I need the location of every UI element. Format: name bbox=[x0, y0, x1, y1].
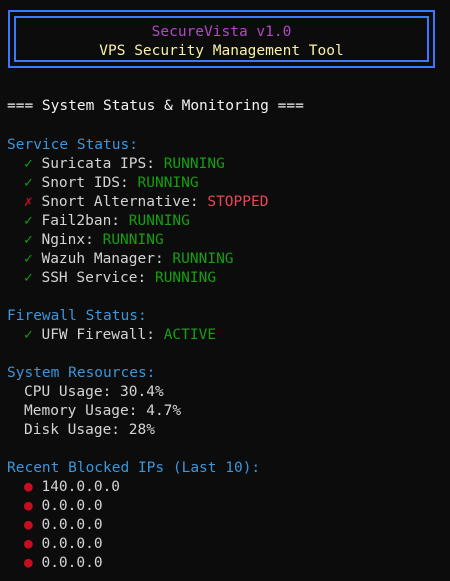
service-row: ✓ Wazuh Manager: RUNNING bbox=[7, 250, 234, 269]
service-status: STOPPED bbox=[207, 194, 269, 210]
cross-icon: ✗ bbox=[24, 194, 33, 210]
service-name: SSH Service: bbox=[41, 270, 147, 286]
blocked-ip: 0.0.0.0 bbox=[41, 536, 103, 552]
firewall-row: ✓ UFW Firewall: ACTIVE bbox=[7, 326, 216, 345]
service-status: RUNNING bbox=[137, 175, 199, 191]
service-status-title: Service Status: bbox=[7, 137, 138, 153]
app-title: SecureVista v1.0 bbox=[151, 24, 292, 40]
check-icon: ✓ bbox=[24, 251, 33, 267]
service-name: Nginx: bbox=[41, 232, 94, 248]
check-icon: ✓ bbox=[24, 270, 33, 286]
blocked-ip-row: ● 0.0.0.0 bbox=[7, 516, 103, 535]
blocked-ip: 0.0.0.0 bbox=[41, 517, 103, 533]
app-subtitle: VPS Security Management Tool bbox=[99, 43, 344, 59]
service-row: ✓ SSH Service: RUNNING bbox=[7, 269, 216, 288]
firewall-status: ACTIVE bbox=[163, 327, 217, 343]
firewall-status-title: Firewall Status: bbox=[7, 308, 147, 324]
check-icon: ✓ bbox=[24, 156, 33, 172]
bullet-icon: ● bbox=[24, 479, 33, 495]
service-name: Fail2ban: bbox=[41, 213, 121, 229]
blocked-ip-row: ● 0.0.0.0 bbox=[7, 497, 103, 516]
bullet-icon: ● bbox=[24, 555, 33, 571]
service-row: ✓ Snort IDS: RUNNING bbox=[7, 174, 199, 193]
memory-usage: Memory Usage: 4.7% bbox=[24, 403, 182, 419]
blocked-ip-row: ● 0.0.0.0 bbox=[7, 535, 103, 554]
blocked-ip: 0.0.0.0 bbox=[41, 555, 103, 571]
check-icon: ✓ bbox=[24, 232, 33, 248]
service-status: RUNNING bbox=[163, 156, 225, 172]
check-icon: ✓ bbox=[24, 175, 33, 191]
bullet-icon: ● bbox=[24, 536, 33, 552]
service-name: Wazuh Manager: bbox=[41, 251, 164, 267]
service-status: RUNNING bbox=[128, 213, 190, 229]
service-row: ✓ Suricata IPS: RUNNING bbox=[7, 155, 225, 174]
service-name: Snort Alternative: bbox=[41, 194, 199, 210]
blocked-ip: 140.0.0.0 bbox=[41, 479, 121, 495]
app-banner: SecureVista v1.0 VPS Security Management… bbox=[8, 10, 435, 68]
service-status: RUNNING bbox=[102, 232, 164, 248]
disk-usage: Disk Usage: 28% bbox=[24, 422, 155, 438]
service-row: ✓ Fail2ban: RUNNING bbox=[7, 212, 190, 231]
page-heading: === System Status & Monitoring === bbox=[7, 98, 304, 114]
service-name: Suricata IPS: bbox=[41, 156, 155, 172]
service-name: Snort IDS: bbox=[41, 175, 129, 191]
check-icon: ✓ bbox=[24, 213, 33, 229]
blocked-ips-title: Recent Blocked IPs (Last 10): bbox=[7, 460, 261, 476]
blocked-ip-row: ● 140.0.0.0 bbox=[7, 478, 120, 497]
bullet-icon: ● bbox=[24, 517, 33, 533]
cpu-usage: CPU Usage: 30.4% bbox=[24, 384, 164, 400]
service-row: ✓ Nginx: RUNNING bbox=[7, 231, 164, 250]
check-icon: ✓ bbox=[24, 327, 33, 343]
firewall-name: UFW Firewall: bbox=[41, 327, 155, 343]
blocked-ip-row: ● 0.0.0.0 bbox=[7, 554, 103, 573]
bullet-icon: ● bbox=[24, 498, 33, 514]
blocked-ip: 0.0.0.0 bbox=[41, 498, 103, 514]
service-row: ✗ Snort Alternative: STOPPED bbox=[7, 193, 268, 212]
service-status: RUNNING bbox=[172, 251, 234, 267]
system-resources-title: System Resources: bbox=[7, 365, 156, 381]
service-status: RUNNING bbox=[154, 270, 217, 286]
